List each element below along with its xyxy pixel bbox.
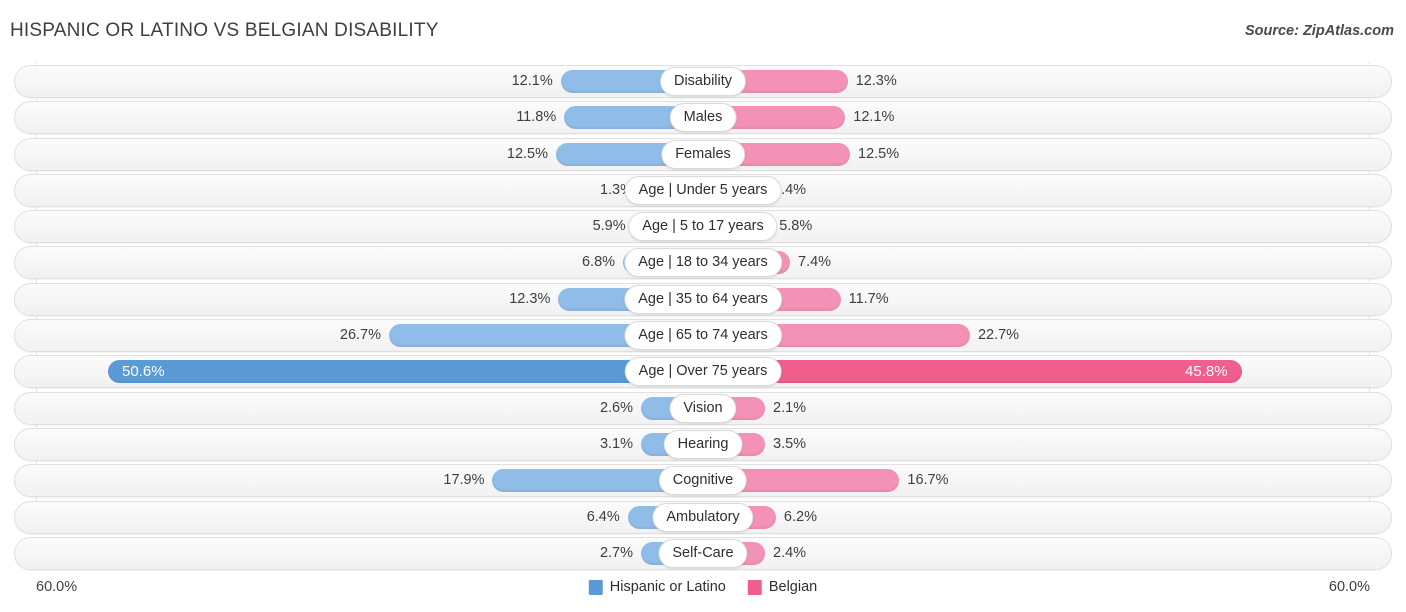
legend-label: Hispanic or Latino bbox=[609, 579, 726, 595]
chart-row: 5.9% 5.8% Age | 5 to 17 years bbox=[0, 210, 1406, 244]
chart-row: 11.8% 12.1% Males bbox=[0, 101, 1406, 135]
value-label-belgian: 22.7% bbox=[977, 327, 1020, 344]
legend-swatch-icon bbox=[588, 579, 603, 595]
legend-swatch-icon bbox=[747, 579, 762, 595]
value-label-belgian: 7.4% bbox=[798, 254, 832, 271]
value-label-hispanic-or-latino: 26.7% bbox=[339, 327, 382, 344]
source-attribution: Source: ZipAtlas.com bbox=[1244, 23, 1394, 39]
value-label-hispanic-or-latino: 6.4% bbox=[586, 508, 620, 525]
value-label-belgian: 45.8% bbox=[1185, 363, 1228, 381]
bar-belgian bbox=[703, 360, 1242, 384]
row-category-label: Females bbox=[661, 139, 745, 169]
row-category-label: Males bbox=[669, 103, 737, 133]
chart-plot-area: 12.1% 12.3% Disability 11.8% 12.1% Males 12.5%… bbox=[0, 62, 1406, 570]
legend-label: Belgian bbox=[768, 579, 818, 595]
legend-item[interactable]: Belgian bbox=[747, 579, 818, 595]
chart-rows: 12.1% 12.3% Disability 11.8% 12.1% Males 12.5%… bbox=[0, 65, 1406, 573]
row-category-label: Age | 65 to 74 years bbox=[624, 321, 782, 351]
chart-footer: 60.0% 60.0% Hispanic or Latino Belgian bbox=[0, 567, 1406, 612]
value-label-belgian: 6.2% bbox=[783, 508, 817, 525]
value-label-hispanic-or-latino: 2.6% bbox=[599, 399, 633, 416]
value-label-hispanic-or-latino: 2.7% bbox=[599, 544, 633, 561]
page-title: Hispanic or Latino vs Belgian Disability bbox=[10, 20, 439, 41]
value-label-belgian: 2.1% bbox=[773, 399, 807, 416]
value-label-hispanic-or-latino: 3.1% bbox=[599, 435, 633, 452]
row-category-label: Age | 18 to 34 years bbox=[624, 248, 782, 278]
chart-row: 12.3% 11.7% Age | 35 to 64 years bbox=[0, 282, 1406, 316]
chart-row: 17.9% 16.7% Cognitive bbox=[0, 464, 1406, 498]
value-label-belgian: 5.8% bbox=[779, 218, 813, 235]
value-label-belgian: 12.1% bbox=[853, 109, 895, 126]
chart-row: 6.4% 6.2% Ambulatory bbox=[0, 500, 1406, 534]
row-category-label: Age | 35 to 64 years bbox=[624, 284, 782, 314]
value-label-hispanic-or-latino: 5.9% bbox=[592, 218, 626, 235]
row-category-label: Disability bbox=[659, 67, 747, 96]
value-label-hispanic-or-latino: 50.6% bbox=[122, 363, 165, 381]
chart-row: 3.1% 3.5% Hearing bbox=[0, 427, 1406, 461]
row-category-label: Age | Over 75 years bbox=[624, 357, 782, 387]
row-category-label: Hearing bbox=[663, 429, 743, 459]
value-label-belgian: 16.7% bbox=[907, 472, 949, 489]
row-category-label: Age | 5 to 17 years bbox=[628, 212, 778, 242]
value-label-hispanic-or-latino: 12.5% bbox=[506, 145, 548, 162]
chart-row: 50.6% 45.8% Age | Over 75 years bbox=[0, 355, 1406, 389]
chart-row: 2.7% 2.4% Self-Care bbox=[0, 536, 1406, 570]
axis-label-left: 60.0% bbox=[36, 579, 78, 595]
value-label-hispanic-or-latino: 6.8% bbox=[581, 254, 616, 271]
value-label-belgian: 12.5% bbox=[858, 145, 900, 162]
legend-item[interactable]: Hispanic or Latino bbox=[588, 579, 726, 595]
bar-hispanic-or-latino bbox=[108, 360, 703, 384]
row-category-label: Ambulatory bbox=[652, 502, 754, 532]
chart-row: 1.3% 1.4% Age | Under 5 years bbox=[0, 173, 1406, 207]
chart-row: 26.7% 22.7% Age | 65 to 74 years bbox=[0, 319, 1406, 353]
chart-row: 12.5% 12.5% Females bbox=[0, 137, 1406, 171]
chart-row: 6.8% 7.4% Age | 18 to 34 years bbox=[0, 246, 1406, 280]
chart-legend: Hispanic or Latino Belgian bbox=[588, 579, 818, 595]
value-label-belgian: 3.5% bbox=[773, 435, 807, 452]
value-label-hispanic-or-latino: 12.3% bbox=[509, 290, 551, 307]
chart-row: 12.1% 12.3% Disability bbox=[0, 65, 1406, 98]
row-category-label: Vision bbox=[669, 393, 737, 423]
value-label-hispanic-or-latino: 11.8% bbox=[516, 109, 557, 126]
row-category-label: Age | Under 5 years bbox=[624, 175, 782, 205]
row-category-label: Cognitive bbox=[658, 466, 748, 496]
value-label-hispanic-or-latino: 17.9% bbox=[443, 472, 485, 489]
value-label-hispanic-or-latino: 12.1% bbox=[511, 73, 553, 89]
value-label-belgian: 12.3% bbox=[855, 73, 897, 89]
value-label-belgian: 2.4% bbox=[773, 544, 807, 561]
chart-row: 2.6% 2.1% Vision bbox=[0, 391, 1406, 425]
row-category-label: Self-Care bbox=[658, 538, 748, 568]
axis-label-right: 60.0% bbox=[1328, 579, 1370, 595]
value-label-belgian: 11.7% bbox=[848, 290, 889, 307]
chart-header: Hispanic or Latino vs Belgian Disability… bbox=[0, 0, 1406, 62]
